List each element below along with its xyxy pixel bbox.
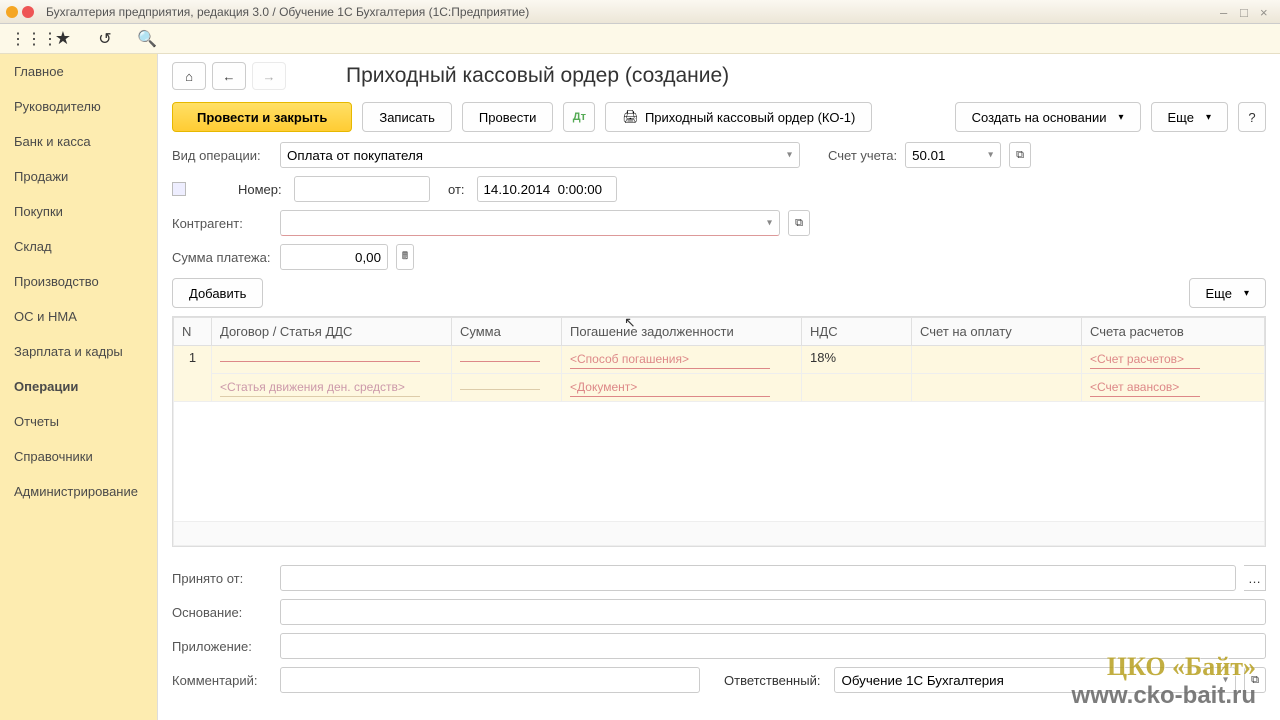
sidebar-item-production[interactable]: Производство	[0, 264, 157, 299]
sidebar-item-reports[interactable]: Отчеты	[0, 404, 157, 439]
sidebar-item-admin[interactable]: Администрирование	[0, 474, 157, 509]
add-row-button[interactable]: Добавить	[172, 278, 263, 308]
received-from-input[interactable]	[280, 565, 1236, 591]
page-title: Приходный кассовый ордер (создание)	[346, 64, 729, 88]
attachment-input[interactable]	[280, 633, 1266, 659]
window-title: Бухгалтерия предприятия, редакция 3.0 / …	[46, 5, 1220, 19]
back-button[interactable]: ←	[212, 62, 246, 90]
sum-placeholder[interactable]	[460, 357, 540, 362]
forward-button[interactable]: →	[252, 62, 286, 90]
table-row-sub[interactable]: <Статья движения ден. средств> <Документ…	[174, 374, 1265, 402]
table-more-button[interactable]: Еще	[1189, 278, 1266, 308]
post-close-button[interactable]: Провести и закрыть	[172, 102, 352, 132]
counterparty-label: Контрагент:	[172, 216, 272, 231]
apps-icon[interactable]: ⋮⋮⋮	[10, 29, 32, 49]
col-contract[interactable]: Договор / Статья ДДС	[212, 318, 452, 346]
account-input[interactable]	[905, 142, 1001, 168]
sidebar-item-manager[interactable]: Руководителю	[0, 89, 157, 124]
basis-label: Основание:	[172, 605, 272, 620]
col-n[interactable]: N	[174, 318, 212, 346]
sidebar-item-operations[interactable]: Операции	[0, 369, 157, 404]
minimize-icon[interactable]: –	[1220, 5, 1234, 19]
window-dot-icon	[6, 6, 18, 18]
received-from-pick-button[interactable]: …	[1244, 565, 1266, 591]
sidebar-item-main[interactable]: Главное	[0, 54, 157, 89]
sidebar-item-purchases[interactable]: Покупки	[0, 194, 157, 229]
content-area: ⌂ ← → Приходный кассовый ордер (создание…	[158, 54, 1280, 720]
sidebar-item-warehouse[interactable]: Склад	[0, 229, 157, 264]
account-open-button[interactable]: ⧉	[1009, 142, 1031, 168]
date-input[interactable]	[477, 176, 617, 202]
number-label: Номер:	[238, 182, 286, 197]
sidebar-item-sales[interactable]: Продажи	[0, 159, 157, 194]
doc-placeholder[interactable]: <Документ>	[570, 378, 770, 397]
counterparty-open-button[interactable]: ⧉	[788, 210, 810, 236]
col-repay[interactable]: Погашение задолженности	[562, 318, 802, 346]
col-invoice[interactable]: Счет на оплату	[912, 318, 1082, 346]
help-button[interactable]: ?	[1238, 102, 1266, 132]
sum2-placeholder[interactable]	[460, 385, 540, 390]
more-button[interactable]: Еще	[1151, 102, 1228, 132]
history-icon[interactable]: ↺	[94, 29, 116, 49]
payments-table: N Договор / Статья ДДС Сумма Погашение з…	[172, 316, 1266, 547]
window-dot-icon	[22, 6, 34, 18]
account-label: Счет учета:	[828, 148, 897, 163]
number-input[interactable]	[294, 176, 430, 202]
responsible-label: Ответственный:	[724, 673, 820, 688]
table-empty-area	[174, 402, 1265, 522]
repay-placeholder[interactable]: <Способ погашения>	[570, 350, 770, 369]
contract-placeholder[interactable]	[220, 357, 420, 362]
print-button[interactable]: 🖨Приходный кассовый ордер (КО-1)	[605, 102, 872, 132]
op-type-input[interactable]	[280, 142, 800, 168]
basis-input[interactable]	[280, 599, 1266, 625]
sidebar-item-assets[interactable]: ОС и НМА	[0, 299, 157, 334]
posted-checkbox[interactable]	[172, 182, 186, 196]
dt-kt-button[interactable]: Дт	[563, 102, 595, 132]
table-footer	[174, 522, 1265, 546]
cell-invoice[interactable]	[912, 346, 1082, 374]
account-placeholder[interactable]: <Счет расчетов>	[1090, 350, 1200, 369]
write-button[interactable]: Записать	[362, 102, 452, 132]
printer-icon: 🖨	[622, 109, 639, 125]
op-type-label: Вид операции:	[172, 148, 272, 163]
sidebar: Главное Руководителю Банк и касса Продаж…	[0, 54, 158, 720]
responsible-input[interactable]	[834, 667, 1236, 693]
comment-input[interactable]	[280, 667, 700, 693]
amount-input[interactable]	[280, 244, 388, 270]
calculator-button[interactable]: 🖩	[396, 244, 414, 270]
maximize-icon[interactable]: □	[1240, 5, 1254, 19]
col-accounts[interactable]: Счета расчетов	[1082, 318, 1265, 346]
search-icon[interactable]: 🔍	[136, 29, 158, 49]
window-titlebar: Бухгалтерия предприятия, редакция 3.0 / …	[0, 0, 1280, 24]
sidebar-item-catalogs[interactable]: Справочники	[0, 439, 157, 474]
close-icon[interactable]: ×	[1260, 5, 1274, 19]
sidebar-item-bank[interactable]: Банк и касса	[0, 124, 157, 159]
dds-placeholder[interactable]: <Статья движения ден. средств>	[220, 378, 420, 397]
col-vat[interactable]: НДС	[802, 318, 912, 346]
date-label: от:	[448, 182, 465, 197]
comment-label: Комментарий:	[172, 673, 272, 688]
amount-label: Сумма платежа:	[172, 250, 272, 265]
counterparty-input[interactable]	[280, 210, 780, 236]
cell-vat[interactable]: 18%	[802, 346, 912, 374]
sidebar-item-payroll[interactable]: Зарплата и кадры	[0, 334, 157, 369]
responsible-open-button[interactable]: ⧉	[1244, 667, 1266, 693]
post-button[interactable]: Провести	[462, 102, 554, 132]
col-sum[interactable]: Сумма	[452, 318, 562, 346]
favorites-icon[interactable]: ★	[52, 28, 74, 49]
top-toolbar: ⋮⋮⋮ ★ ↺ 🔍	[0, 24, 1280, 54]
table-row[interactable]: 1 <Способ погашения> 18% <Счет расчетов>	[174, 346, 1265, 374]
cell-n: 1	[174, 346, 212, 402]
home-button[interactable]: ⌂	[172, 62, 206, 90]
advance-placeholder[interactable]: <Счет авансов>	[1090, 378, 1200, 397]
received-from-label: Принято от:	[172, 571, 272, 586]
create-based-button[interactable]: Создать на основании	[955, 102, 1141, 132]
attachment-label: Приложение:	[172, 639, 272, 654]
